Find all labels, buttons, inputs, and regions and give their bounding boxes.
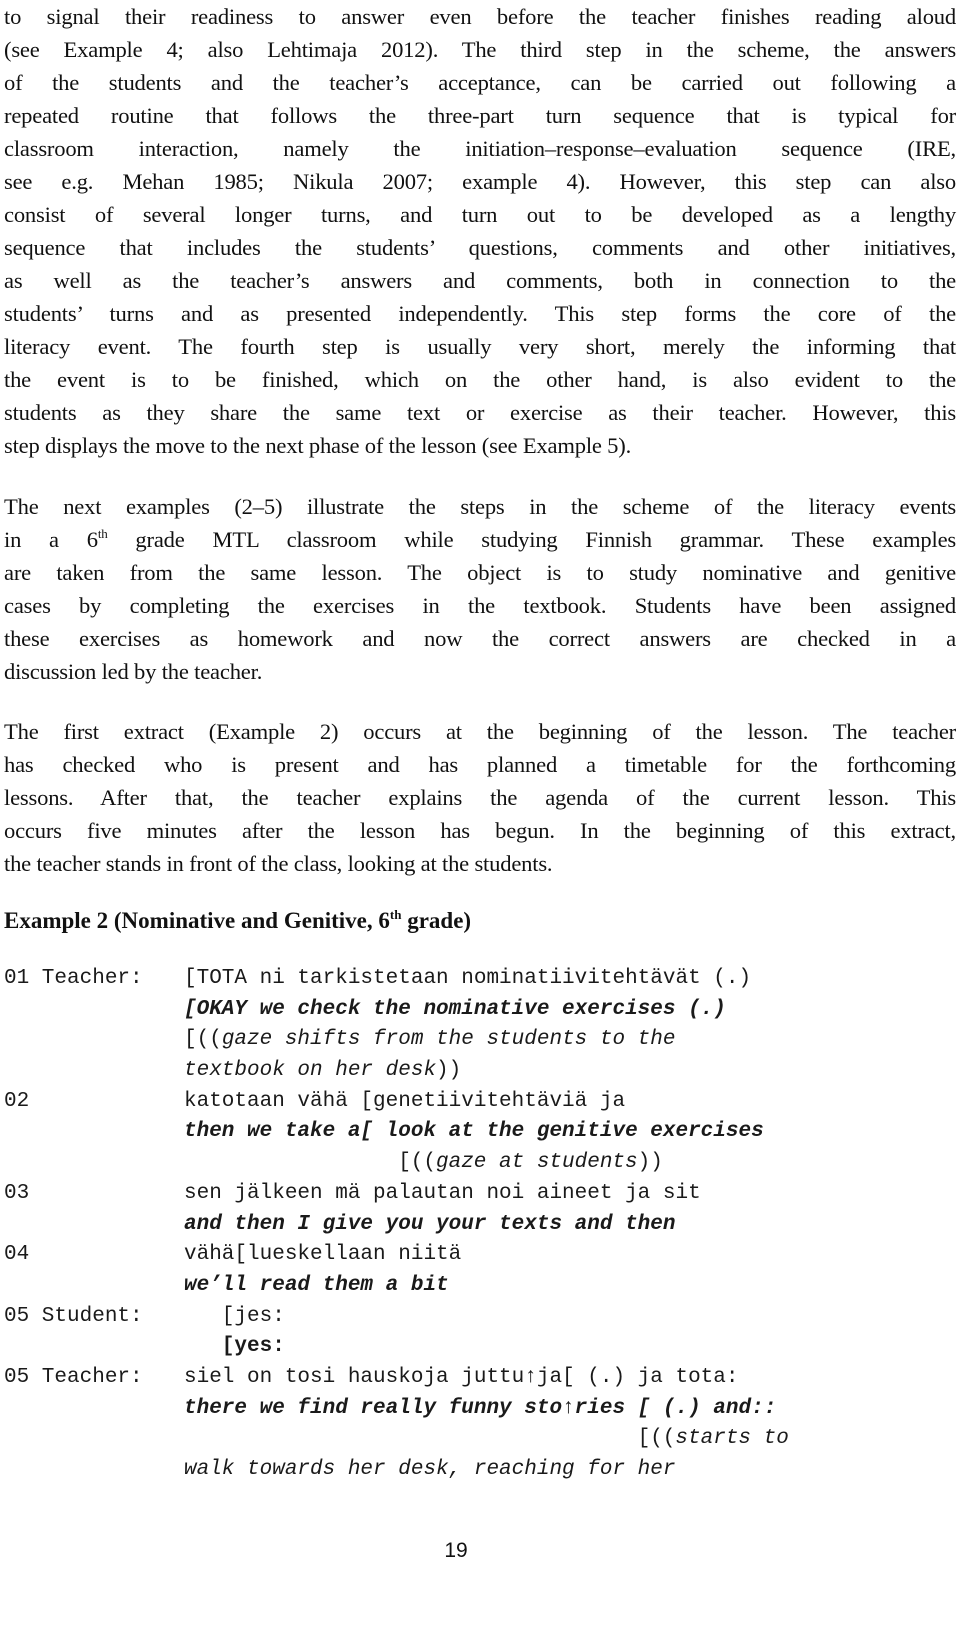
utterance: sen jälkeen mä palautan noi aineet ja si…: [184, 1179, 701, 1210]
transcript-line: walk towards her desk, reaching for her: [4, 1455, 954, 1486]
speaker-label: 02: [4, 1089, 30, 1113]
transcript-line: [((starts to: [4, 1424, 954, 1455]
transcript-text: vähä[lueskellaan niitä: [184, 1243, 462, 1267]
paragraph-line: occurs five minutes after the lesson has…: [4, 818, 956, 843]
speaker-label: 01 Teacher:: [4, 967, 143, 990]
speaker-label: 05 Student:: [4, 1304, 143, 1328]
transcript-text: siel on tosi hauskoja juttu↑ja[ (.) ja t…: [184, 1365, 739, 1389]
transcript-line: then we take a[ look at the genitive exe…: [4, 1117, 954, 1148]
transcript-line: 04 vähä[lueskellaan niitä: [4, 1240, 954, 1271]
nonverbal-action: walk towards her desk, reaching for her: [184, 1455, 675, 1486]
transcript-text: [TOTA ni tarkistetaan nominatiivitehtävä…: [184, 967, 752, 990]
superscript-ordinal: th: [97, 526, 108, 541]
paragraph-line: as well as the teacher’s answers and com…: [4, 268, 956, 293]
translation-gloss: and then I give you your texts and then: [184, 1210, 675, 1241]
transcript-line: there we find really funny sto↑ries [ (.…: [4, 1394, 954, 1425]
paragraph-line: the event is to be finished, which on th…: [4, 367, 956, 392]
paragraph-line: repeated routine that follows the three-…: [4, 103, 956, 128]
utterance: [TOTA ni tarkistetaan nominatiivitehtävä…: [184, 964, 751, 995]
paragraph-line: students as they share the same text or …: [4, 400, 956, 425]
paragraph-line: lessons. After that, the teacher explain…: [4, 785, 956, 810]
transcript-text: sen jälkeen mä palautan noi aineet ja si…: [184, 1181, 701, 1205]
transcript-line: [((gaze at students)): [4, 1148, 954, 1179]
utterance: vähä[lueskellaan niitä: [184, 1240, 461, 1271]
paragraph-line: step displays the move to the next phase…: [4, 433, 632, 458]
translation-gloss: then we take a[ look at the genitive exe…: [184, 1117, 764, 1148]
transcript-text: gaze shifts from the students to the: [221, 1028, 676, 1052]
transcript-line: and then I give you your texts and then: [4, 1210, 954, 1241]
heading-text: Example 2 (Nominative and Genitive, 6: [4, 908, 390, 933]
superscript-ordinal: th: [389, 907, 402, 922]
paragraph-line: has checked who is present and has plann…: [4, 752, 956, 777]
text-fragment: grade MTL classroom while studying Finni…: [107, 527, 956, 552]
bracket-prefix: [((: [637, 1427, 676, 1451]
example-heading: Example 2 (Nominative and Genitive, 6th …: [4, 904, 471, 937]
transcript-text: [jes:: [221, 1304, 285, 1328]
transcript-text: there we find really funny sto↑ries [ (.…: [184, 1396, 777, 1420]
bracket-prefix: [((: [184, 1028, 222, 1052]
paragraph-line: sequence that includes the students’ que…: [4, 235, 956, 260]
transcript-text: katotaan vähä [genetiivitehtäviä ja: [184, 1089, 626, 1113]
paragraph-line: The first extract (Example 2) occurs at …: [4, 719, 956, 744]
transcript-line: 03 sen jälkeen mä palautan noi aineet ja …: [4, 1179, 954, 1210]
transcript-text: gaze at students: [436, 1151, 638, 1175]
body-paragraph-2: The next examples (2–5) illustrate the s…: [4, 490, 956, 688]
text-fragment: in a 6: [4, 527, 98, 552]
paragraph-line: the teacher stands in front of the class…: [4, 851, 553, 876]
utterance: [yes:: [222, 1332, 285, 1363]
page-number: 19: [444, 1539, 468, 1562]
paragraph-line: consist of several longer turns, and tur…: [4, 202, 956, 227]
transcript-text: textbook on her desk: [184, 1059, 437, 1083]
transcript-text: [OKAY we check the nominative exercises …: [184, 997, 726, 1021]
paragraph-line: The next examples (2–5) illustrate the s…: [4, 494, 956, 519]
transcript-text: walk towards her desk, reaching for her: [184, 1458, 676, 1481]
translation-gloss: [OKAY we check the nominative exercises …: [184, 995, 726, 1026]
transcript-line: 02 katotaan vähä [genetiivitehtäviä ja: [4, 1087, 954, 1118]
translation-gloss: there we find really funny sto↑ries [ (.…: [184, 1394, 776, 1425]
paragraph-line: are taken from the same lesson. The obje…: [4, 560, 956, 585]
nonverbal-action: textbook on her desk)): [184, 1056, 461, 1087]
utterance: [jes:: [222, 1302, 285, 1333]
transcript-text: we’ll read them a bit: [184, 1273, 449, 1297]
heading-text: grade): [401, 908, 472, 933]
paragraph-line: classroom interaction, namely the initia…: [4, 136, 956, 161]
transcript-text: and then I give you your texts and then: [184, 1212, 676, 1236]
paragraph-line: these exercises as homework and now the …: [4, 626, 956, 651]
transcript-block: 01 Teacher: [TOTA ni tarkistetaan nominat…: [4, 964, 954, 1486]
bracket-suffix: )): [436, 1059, 462, 1083]
nonverbal-action: [((gaze at students)): [398, 1148, 663, 1179]
transcript-line: we’ll read them a bit: [4, 1271, 954, 1302]
speaker-label: 03: [4, 1181, 30, 1205]
speaker-label: 04: [4, 1243, 30, 1267]
transcript-line: textbook on her desk)): [4, 1056, 954, 1087]
transcript-line: [OKAY we check the nominative exercises …: [4, 995, 954, 1026]
paragraph-line: students’ turns and as presented indepen…: [4, 301, 956, 326]
utterance: siel on tosi hauskoja juttu↑ja[ (.) ja t…: [184, 1363, 739, 1394]
paragraph-line: in a 6th grade MTL classroom while study…: [4, 523, 956, 556]
translation-gloss: we’ll read them a bit: [184, 1271, 449, 1302]
nonverbal-action: [((starts to: [638, 1424, 789, 1455]
body-paragraph-3: The first extract (Example 2) occurs at …: [4, 715, 956, 880]
paragraph-line: literacy event. The fourth step is usual…: [4, 334, 956, 359]
transcript-text: starts to: [675, 1427, 789, 1451]
transcript-line: 05 Student: [jes:: [4, 1302, 954, 1333]
speaker-label: 05 Teacher:: [4, 1365, 143, 1389]
transcript-line: [yes:: [4, 1332, 954, 1363]
transcript-line: 05 Teacher: siel on tosi hauskoja juttu↑j…: [4, 1363, 954, 1394]
nonverbal-action: [((gaze shifts from the students to the: [184, 1025, 676, 1056]
utterance: katotaan vähä [genetiivitehtäviä ja: [184, 1087, 625, 1118]
paragraph-line: (see Example 4; also Lehtimaja 2012). Th…: [4, 37, 956, 62]
transcript-line: [((gaze shifts from the students to the: [4, 1025, 954, 1056]
transcript-line: 01 Teacher: [TOTA ni tarkistetaan nominat…: [4, 964, 954, 995]
transcript-text: then we take a[ look at the genitive exe…: [184, 1120, 764, 1144]
paragraph-line: cases by completing the exercises in the…: [4, 593, 956, 618]
body-paragraph-1: to signal their readiness to answer even…: [4, 0, 956, 462]
bracket-suffix: )): [637, 1151, 663, 1175]
paragraph-line: see e.g. Mehan 1985; Nikula 2007; exampl…: [4, 169, 956, 194]
paragraph-line: to signal their readiness to answer even…: [4, 4, 956, 29]
bracket-prefix: [((: [398, 1151, 436, 1175]
paragraph-line: of the students and the teacher’s accept…: [4, 70, 956, 95]
transcript-text: [yes:: [221, 1335, 285, 1359]
paragraph-line: discussion led by the teacher.: [4, 659, 263, 684]
